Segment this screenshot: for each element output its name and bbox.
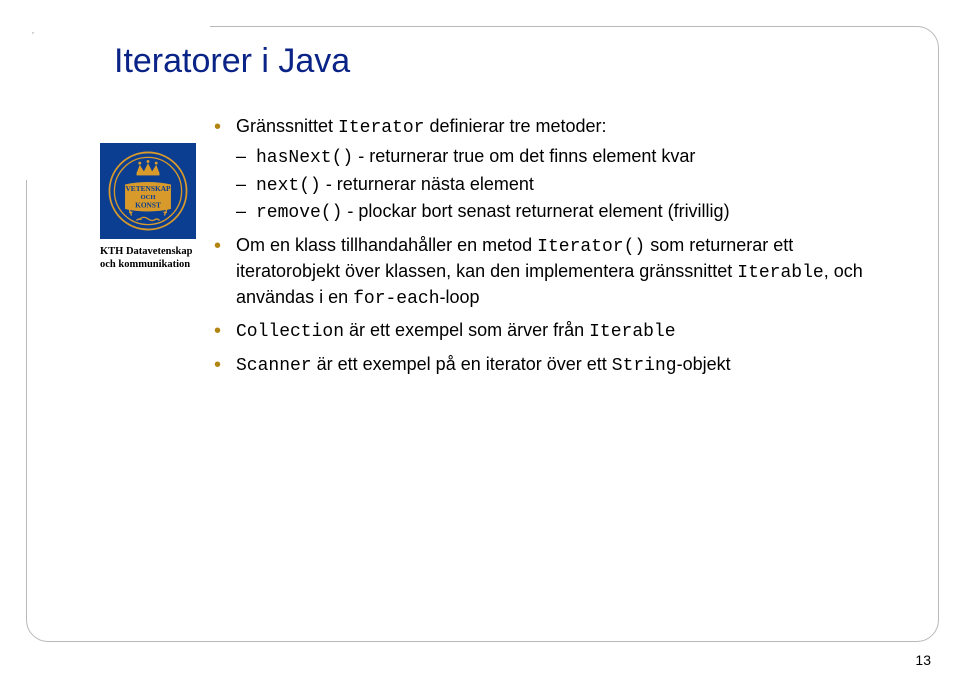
corner-notch-side: [0, 0, 32, 180]
bullet-1-sub-1: hasNext() - returnerar true om det finns…: [236, 145, 899, 171]
bullet-2: Om en klass tillhandahåller en metod Ite…: [214, 234, 899, 311]
logo-column: VETENSKAP OCH KONST: [100, 143, 214, 271]
bullet-1-sub-2: next() - returnerar nästa element: [236, 173, 899, 199]
kth-crest-icon: VETENSKAP OCH KONST: [100, 143, 196, 239]
bullet-4: Scanner är ett exempel på en iterator öv…: [214, 353, 899, 379]
bullet-list: Gränssnittet Iterator definierar tre met…: [214, 115, 899, 387]
slide-content: Iteratorer i Java: [100, 42, 899, 387]
logo-caption-line1: KTH Datavetenskap: [100, 246, 192, 257]
bullet-3: Collection är ett exempel som ärver från…: [214, 319, 899, 345]
logo-caption-line2: och kommunikation: [100, 259, 190, 270]
slide-title: Iteratorer i Java: [114, 42, 899, 81]
logo-caption: KTH Datavetenskap och kommunikation: [100, 245, 196, 271]
page-number: 13: [915, 652, 931, 668]
bullet-1: Gränssnittet Iterator definierar tre met…: [214, 115, 899, 226]
svg-text:VETENSKAP: VETENSKAP: [125, 184, 171, 193]
svg-text:KONST: KONST: [135, 200, 161, 209]
bullet-1-sub-3: remove() - plockar bort senast returnera…: [236, 200, 899, 226]
